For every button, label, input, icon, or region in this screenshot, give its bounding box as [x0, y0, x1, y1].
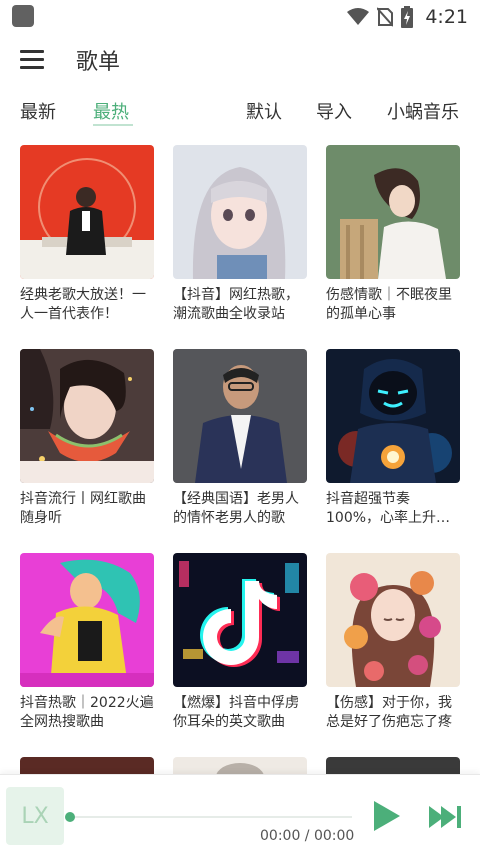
wifi-icon	[347, 8, 370, 25]
playlist-title: 【经典国语】老男人的情怀老男人的歌	[173, 491, 299, 526]
source-default[interactable]: 默认	[246, 98, 282, 124]
player-bar: LX 00:00 / 00:00	[0, 774, 480, 853]
playlist-card[interactable]	[326, 757, 460, 775]
playlist-cover	[326, 757, 460, 775]
playlist-cover	[20, 349, 154, 483]
sort-tabs: 最新 最热 默认 导入 小蜗音乐	[0, 90, 480, 130]
playlist-card[interactable]: 【伤感】对于你，我总是好了伤疤忘了疼	[326, 553, 460, 732]
playlist-card[interactable]: 经典老歌大放送！一人一首代表作！	[20, 145, 154, 324]
source-import[interactable]: 导入	[316, 98, 352, 124]
playlist-title: 【抖音】网红热歌，潮流歌曲全收录站	[173, 287, 299, 322]
tab-active-indicator	[93, 124, 133, 126]
playlist-title: 【燃爆】抖音中俘虏你耳朵的英文歌曲	[173, 695, 299, 730]
playlist-cover	[20, 553, 154, 687]
playlist-grid: 经典老歌大放送！一人一首代表作！ 【抖音】网红热歌，潮流歌曲全收录站 伤感情歌｜…	[20, 145, 462, 775]
playlist-card[interactable]: 【燃爆】抖音中俘虏你耳朵的英文歌曲	[173, 553, 307, 732]
app-header: 歌单	[0, 34, 480, 88]
playlist-cover	[326, 553, 460, 687]
page-title: 歌单	[76, 50, 121, 75]
playlist-card[interactable]: 【经典国语】老男人的情怀老男人的歌	[173, 349, 307, 528]
playlist-title: 经典老歌大放送！一人一首代表作！	[20, 287, 146, 322]
playlist-cover	[326, 145, 460, 279]
playlist-card[interactable]	[173, 757, 307, 775]
no-sim-icon	[377, 7, 394, 27]
playlist-cover	[326, 349, 460, 483]
playlist-card[interactable]: 【抖音】网红热歌，潮流歌曲全收录站	[173, 145, 307, 324]
app-icon	[12, 5, 34, 27]
playlist-cover	[173, 553, 307, 687]
playlist-title: 抖音超强节奏100%，心率上升M...	[326, 491, 437, 526]
playlist-cover	[20, 145, 154, 279]
playlist-card[interactable]: 伤感情歌｜不眠夜里的孤单心事	[326, 145, 460, 324]
play-icon[interactable]	[372, 799, 402, 833]
playlist-card[interactable]: 抖音热歌｜2022火遍全网热搜歌曲	[20, 553, 154, 732]
playlist-cover	[173, 757, 307, 775]
progress-track[interactable]	[70, 816, 352, 818]
tab-hottest[interactable]: 最热	[93, 98, 129, 124]
status-bar: 4:21	[0, 0, 480, 34]
playlist-card[interactable]: 抖音超强节奏100%，心率上升M...	[326, 349, 460, 528]
source-xiaowo-music[interactable]: 小蜗音乐	[387, 98, 459, 124]
playlist-cover	[173, 349, 307, 483]
playlist-card[interactable]: 抖音流行丨网红歌曲随身听	[20, 349, 154, 528]
player-time: 00:00 / 00:00	[260, 828, 355, 844]
playlist-card[interactable]	[20, 757, 154, 775]
playlist-title: 伤感情歌｜不眠夜里的孤单心事	[326, 287, 452, 322]
playlist-cover	[20, 757, 154, 775]
playlist-title: 【伤感】对于你，我总是好了伤疤忘了疼	[326, 695, 452, 730]
hamburger-menu-icon[interactable]	[20, 50, 44, 70]
status-time: 4:21	[425, 6, 468, 28]
battery-charging-icon	[401, 6, 414, 28]
progress-handle[interactable]	[65, 812, 75, 822]
playlist-title: 抖音流行丨网红歌曲随身听	[20, 491, 146, 526]
playlist-title: 抖音热歌｜2022火遍全网热搜歌曲	[20, 695, 154, 730]
playlist-cover	[173, 145, 307, 279]
player-cover-art[interactable]: LX	[6, 787, 64, 845]
tab-newest[interactable]: 最新	[20, 98, 56, 124]
next-track-icon[interactable]	[428, 804, 462, 830]
